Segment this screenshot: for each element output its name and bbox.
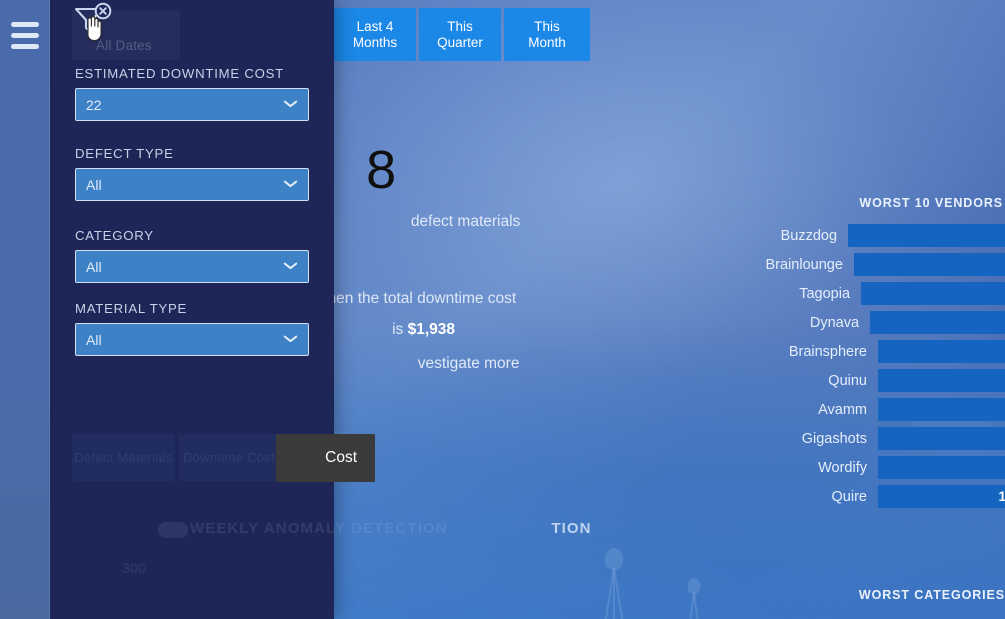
vendor-label: Tagopia <box>799 285 851 302</box>
table-row[interactable]: Quire 102 <box>700 485 1005 508</box>
vendor-label: Quinu <box>828 372 867 389</box>
vendor-bar[interactable]: 115 <box>878 427 1005 450</box>
vendor-bar[interactable] <box>853 253 1005 276</box>
vendor-label: Brainsphere <box>788 343 867 360</box>
tab-this-month[interactable]: This Month <box>504 8 590 61</box>
vendor-label: Dynava <box>809 314 860 331</box>
tab-this-quarter[interactable]: This Quarter <box>419 8 501 61</box>
vendor-label: Buzzdog <box>780 227 838 244</box>
narrative-bold-amount: $1,938 <box>407 321 456 338</box>
worst-10-vendors-chart: WORST 10 VENDORS Buzzdog Brainlounge Tag… <box>700 196 1005 514</box>
tab-label-line1: This <box>447 18 473 34</box>
ghost-axis-label: 300 <box>122 560 146 576</box>
tower-watermark-large <box>596 548 632 619</box>
vendor-bar[interactable]: 1 <box>861 282 1005 305</box>
tab-label-line1: This Month <box>528 18 566 50</box>
chart-title: WORST 10 VENDORS <box>859 196 1003 210</box>
filter-flyout-panel: Defect Materials Downtime Cost Impact WE… <box>50 0 446 619</box>
tab-label-line2: Months <box>352 34 398 50</box>
table-row[interactable]: Buzzdog <box>700 224 1005 247</box>
filter-field-category: CATEGORY All <box>75 228 309 283</box>
tower-watermark-small <box>682 578 706 619</box>
dropdown-defect-type[interactable]: All <box>75 168 309 201</box>
table-row[interactable]: Avamm 118 <box>700 398 1005 421</box>
tab-last-4-months[interactable]: Last 4 Months <box>334 8 416 61</box>
filter-label: MATERIAL TYPE <box>75 301 188 316</box>
vendor-bar[interactable]: 162 <box>870 311 1005 334</box>
table-row[interactable]: Tagopia 1 <box>700 282 1005 305</box>
table-row[interactable]: Brainlounge <box>700 253 1005 276</box>
vendor-bar[interactable]: 132 <box>878 369 1005 392</box>
filter-label: CATEGORY <box>75 228 154 243</box>
vendor-bar[interactable] <box>848 224 1005 247</box>
table-row[interactable]: Quinu 132 <box>700 369 1005 392</box>
dropdown-estimated-downtime-cost[interactable]: 22 <box>75 88 309 121</box>
left-nav-rail <box>0 0 50 619</box>
chevron-down-icon <box>284 100 297 108</box>
vendor-label: Quire <box>831 488 867 505</box>
dropdown-value: All <box>86 331 102 348</box>
dropdown-category[interactable]: All <box>75 250 309 283</box>
vendor-bar[interactable]: 107 <box>878 456 1005 479</box>
table-row[interactable]: Dynava 162 <box>700 311 1005 334</box>
vendor-label: Avamm <box>818 401 867 418</box>
filter-label: ESTIMATED DOWNTIME COST <box>75 66 284 81</box>
tab-label-line2: Quarter <box>437 34 483 50</box>
dropdown-material-type[interactable]: All <box>75 323 309 356</box>
vendor-bar[interactable]: 102 <box>878 485 1005 508</box>
vendor-label: Gigashots <box>801 430 867 447</box>
vendor-value: 102 <box>998 489 1005 504</box>
chevron-down-icon <box>284 335 297 343</box>
ghost-button-downtime-cost[interactable]: Downtime Cost <box>179 434 279 481</box>
chart-tooltip: Cost <box>276 434 375 482</box>
filter-label: DEFECT TYPE <box>75 146 174 161</box>
filter-field-estimated-downtime-cost: ESTIMATED DOWNTIME COST 22 <box>75 66 309 121</box>
hamburger-menu-icon[interactable] <box>11 22 39 55</box>
filter-field-material-type: MATERIAL TYPE All <box>75 301 309 356</box>
vendor-bar[interactable]: 134 <box>878 340 1005 363</box>
date-range-tabs: Last 4 Months This Quarter This Month <box>334 8 590 61</box>
vendor-label: Brainlounge <box>765 256 843 273</box>
vendor-bar[interactable]: 118 <box>878 398 1005 421</box>
dropdown-value: All <box>86 176 102 193</box>
table-row[interactable]: Gigashots 115 <box>700 427 1005 450</box>
dropdown-value: All <box>86 258 102 275</box>
filter-field-defect-type: DEFECT TYPE All <box>75 146 309 201</box>
chevron-down-icon <box>284 262 297 270</box>
worst-categories-heading: WORST CATEGORIES <box>858 588 1005 602</box>
dropdown-value: 22 <box>86 96 102 113</box>
filter-clear-icon[interactable] <box>70 2 122 42</box>
table-row[interactable]: Wordify 107 <box>700 456 1005 479</box>
vendor-label: Wordify <box>818 459 867 476</box>
table-row[interactable]: Brainsphere 134 <box>700 340 1005 363</box>
ghost-button-defect-materials[interactable]: Defect Materials <box>72 434 175 481</box>
ghost-legend-dot <box>158 522 188 538</box>
chevron-down-icon <box>284 180 297 188</box>
tooltip-text: Cost <box>325 449 357 466</box>
ghost-weekly-anomaly-heading: WEEKLY ANOMALY DETECTION <box>190 520 448 537</box>
tab-label-line1: Last 4 <box>356 18 394 34</box>
